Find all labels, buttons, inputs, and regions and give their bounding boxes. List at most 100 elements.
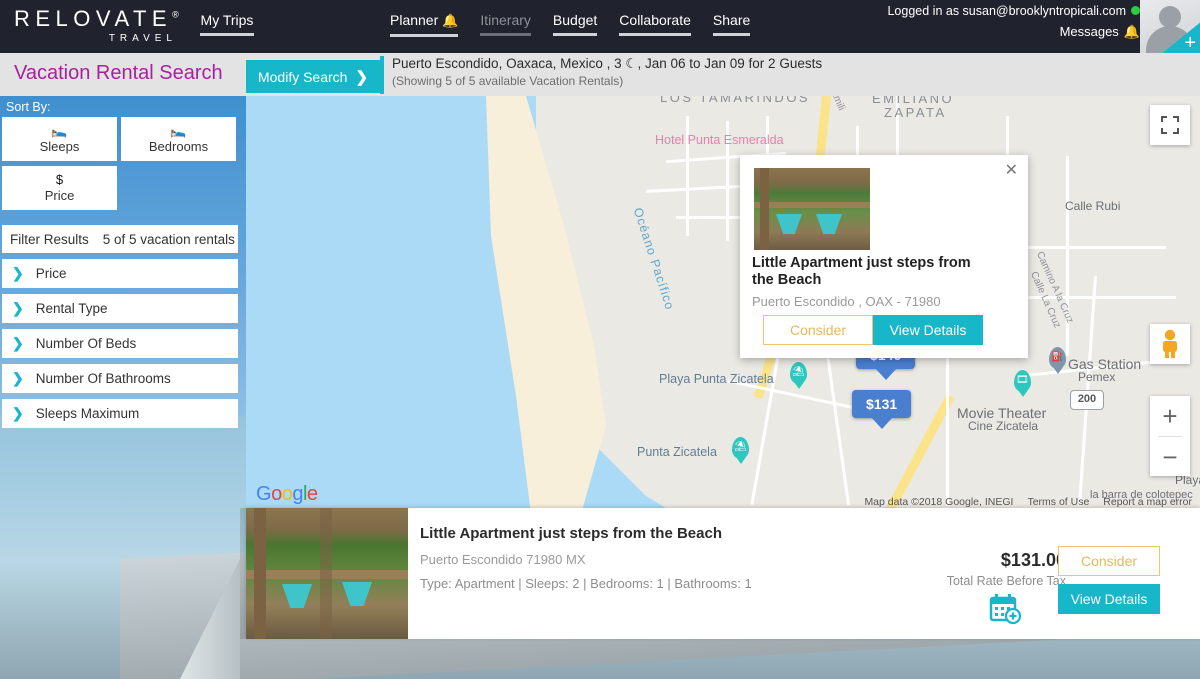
listing-price-caption: Total Rate Before Tax [946,574,1066,588]
filter-price[interactable]: ❯ Price [2,259,238,288]
bed-icon: 🛌 [51,123,68,138]
brand-logo[interactable]: RELOVATE® TRAVEL [14,6,189,44]
zoom-out-button[interactable]: − [1150,437,1190,477]
add-icon[interactable]: + [1184,33,1196,53]
nav-planner-label: Planner [390,12,439,28]
registered-mark: ® [172,9,179,20]
map-label: LOS TAMARINDOS [660,96,811,105]
filter-sleeps-maximum-label: Sleeps Maximum [35,406,140,421]
beach-icon: ⛱ [792,366,805,378]
zoom-controls[interactable]: + − [1150,396,1190,476]
highway-shield: 200 [1070,390,1104,410]
filter-sleeps-maximum[interactable]: ❯ Sleeps Maximum [2,399,238,428]
filter-number-of-bathrooms[interactable]: ❯ Number Of Bathrooms [2,364,238,393]
sort-option-price-label: Price [44,188,75,203]
map-label-beach[interactable]: Playa Punta Zicatela [659,372,774,386]
chevron-right-icon: ❯ [12,265,24,281]
nav-itinerary-label: Itinerary [480,12,531,28]
nav-my-trips-label: My Trips [200,12,254,28]
beach-icon: ⛱ [734,441,747,453]
street-view-pegman-icon [1163,329,1177,358]
user-session-block: Logged in as susan@brooklyntropicali.com… [887,4,1140,40]
map-info-window: ✕ Little Apartment just steps from the B… [740,155,1028,358]
modify-search-label: Modify Search [257,68,348,85]
map-label-street: Calle Rubi [1065,199,1121,213]
bed-icon: 🛌 [170,123,187,138]
filters-sidebar: Sort By: 🛌 Sleeps 🛌 Bedrooms $ Price Fil… [0,96,246,428]
filter-price-label: Price [35,266,67,281]
search-criteria: Puerto Escondido, Oaxaca, Mexico , 3 ☾, … [380,56,822,94]
map-label-poi-sub: Pemex [1078,370,1116,384]
terms-of-use-link[interactable]: Terms of Use [1027,496,1089,508]
gas-station-poi-marker[interactable]: ⛽ [1049,347,1066,369]
street-view-pegman-button[interactable] [1150,324,1190,364]
search-results-count: (Showing 5 of 5 available Vacation Renta… [392,74,624,88]
beach-poi-marker[interactable]: ⛱ [732,437,749,459]
info-window-thumbnail[interactable] [754,168,870,250]
nav-item-itinerary[interactable]: Itinerary [480,12,531,37]
filter-number-of-bathrooms-label: Number Of Bathrooms [35,371,171,386]
map-label-poi-sub: Cine Zicatela [968,419,1039,433]
listing-title[interactable]: Little Apartment just steps from the Bea… [420,525,722,542]
sort-option-bedrooms-label: Bedrooms [148,139,209,154]
sort-option-sleeps-label: Sleeps [39,139,80,154]
map-canvas[interactable]: LOS TAMARINDOS EMILIANO ZAPATA Hotel Pun… [246,96,1200,514]
close-icon[interactable]: ✕ [1005,163,1018,179]
nav-item-collaborate[interactable]: Collaborate [619,12,691,37]
sort-options-row-2: $ Price [0,166,246,215]
view-details-button[interactable]: View Details [873,315,983,345]
nav-my-trips[interactable]: My Trips [200,12,254,36]
movie-theater-poi-marker[interactable]: 🎞 [1014,370,1031,392]
listing-specs: Type: Apartment | Sleeps: 2 | Bedrooms: … [420,576,752,591]
map-label-ocean: Océano Pacífico [630,206,677,312]
listing-price: $131.00 [1000,550,1066,570]
listing-address: Puerto Escondido 71980 MX [420,552,586,567]
theater-icon: 🎞 [1016,374,1029,386]
search-criteria-summary: Puerto Escondido, Oaxaca, Mexico , 3 ☾, … [392,56,823,71]
map-attribution: Map data ©2018 Google, INEGI Terms of Us… [864,496,1192,508]
calendar-add-icon[interactable] [988,594,1022,625]
filter-rental-type[interactable]: ❯ Rental Type [2,294,238,323]
google-logo: Google [256,483,318,505]
messages-link[interactable]: Messages [1060,24,1119,39]
sort-option-sleeps[interactable]: 🛌 Sleeps [2,117,117,161]
price-pin-131[interactable]: $131 [852,390,912,418]
report-map-error-link[interactable]: Report a map error [1103,496,1192,508]
nav-item-budget[interactable]: Budget [552,12,598,37]
avatar[interactable]: + [1140,0,1200,53]
map-label: ZAPATA [884,105,947,120]
chevron-right-icon: ❯ [12,335,24,351]
zoom-in-button[interactable]: + [1150,396,1190,436]
vacation-rental-search-page: LOS TAMARINDOS EMILIANO ZAPATA Hotel Pun… [0,0,1200,679]
map-label-beach[interactable]: Punta Zicatela [637,445,717,459]
page-header-bar: Vacation Rental Search Modify Search ❯ P… [0,53,1200,96]
view-details-button[interactable]: View Details [1058,584,1160,614]
filter-rental-type-label: Rental Type [35,301,108,316]
fullscreen-button[interactable] [1150,105,1190,145]
nav-item-share[interactable]: Share [712,12,751,37]
brand-subtitle: TRAVEL [108,33,177,44]
main-nav: Planner 🔔 Itinerary Budget Collaborate S… [390,12,751,37]
filter-results-header: Filter Results 5 of 5 vacation rentals [2,225,238,253]
consider-button[interactable]: Consider [1058,546,1160,576]
dollar-icon: $ [55,172,64,187]
filter-number-of-beds-label: Number Of Beds [35,336,137,351]
sort-option-price[interactable]: $ Price [2,166,117,210]
sort-option-bedrooms[interactable]: 🛌 Bedrooms [121,117,236,161]
map-label-hotel[interactable]: Hotel Punta Esmeralda [655,133,784,147]
nav-budget-label: Budget [552,12,598,28]
nav-item-planner[interactable]: Planner 🔔 [390,12,459,37]
chevron-right-icon: ❯ [355,68,369,86]
nav-collaborate-label: Collaborate [619,12,691,28]
modify-search-button[interactable]: Modify Search ❯ [246,60,380,93]
beach-poi-marker[interactable]: ⛱ [790,362,807,384]
listing-thumbnail[interactable] [246,508,408,639]
chevron-right-icon: ❯ [12,370,24,386]
filter-number-of-beds[interactable]: ❯ Number Of Beds [2,329,238,358]
brand-name: RELOVATE [14,6,173,31]
filter-results-title: Filter Results [10,231,89,247]
consider-button[interactable]: Consider [763,315,873,345]
page-title: Vacation Rental Search [14,62,223,84]
bell-icon[interactable]: 🔔 [1124,24,1140,39]
chevron-right-icon: ❯ [12,300,24,316]
